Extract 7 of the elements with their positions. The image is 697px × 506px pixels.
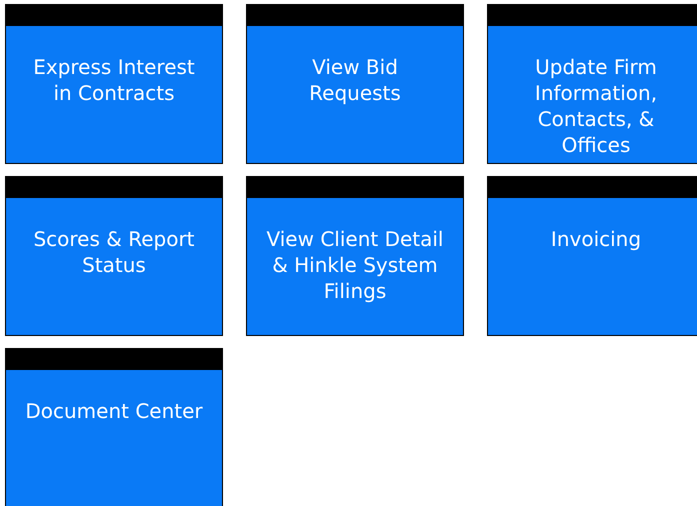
tile-button[interactable]: Update Firm Information, Contacts, & Offices [487,4,697,164]
tile-button[interactable]: Express Interest in Contracts [5,4,223,164]
tile-button[interactable]: View Bid Requests [246,4,464,164]
tile-button[interactable]: Document Center [5,348,223,506]
tile-button[interactable]: Invoicing [487,176,697,336]
tile-button[interactable]: View Client Detail & Hinkle System Filings [246,176,464,336]
tile-button[interactable]: Scores & Report Status [5,176,223,336]
